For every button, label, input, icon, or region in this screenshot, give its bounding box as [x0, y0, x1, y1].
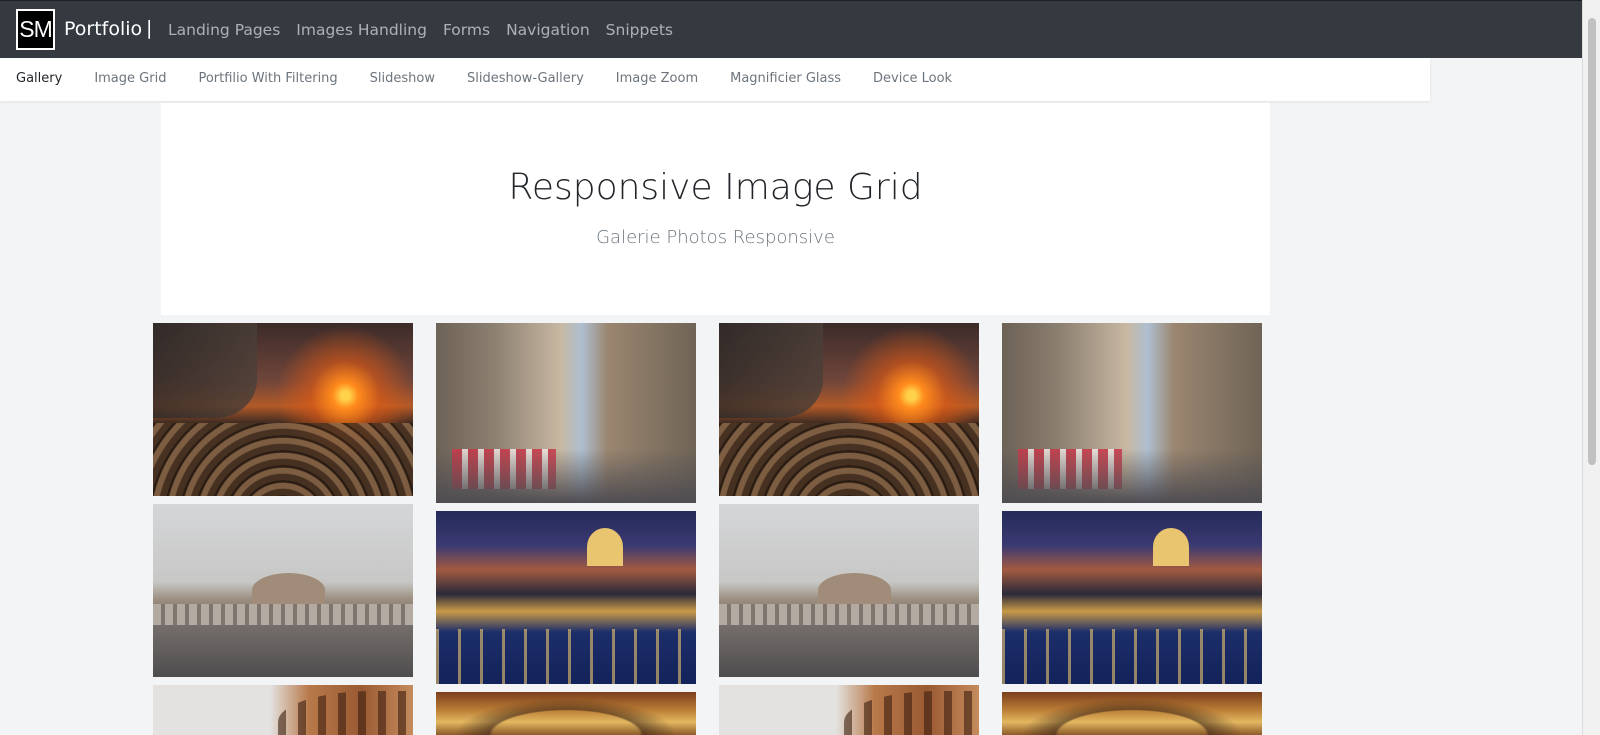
- gallery-image[interactable]: [1002, 323, 1262, 503]
- subnav-item-magnifier-glass[interactable]: Magnificier Glass: [730, 71, 841, 86]
- nav-link-navigation[interactable]: Navigation: [506, 21, 590, 39]
- subnav-item-device-look[interactable]: Device Look: [873, 71, 952, 86]
- gallery-image[interactable]: [719, 323, 979, 496]
- top-nav-links: Landing Pages Images Handling Forms Navi…: [168, 21, 673, 39]
- subnav-item-slideshow-gallery[interactable]: Slideshow-Gallery: [467, 71, 584, 86]
- subnav-item-gallery[interactable]: Gallery: [16, 71, 62, 86]
- gallery-image[interactable]: [153, 685, 413, 735]
- subnav-item-portfolio-filtering[interactable]: Portfilio With Filtering: [198, 71, 337, 86]
- nav-link-snippets[interactable]: Snippets: [606, 21, 673, 39]
- scrollbar-thumb[interactable]: [1588, 18, 1596, 465]
- subnav-item-slideshow[interactable]: Slideshow: [370, 71, 435, 86]
- brand-logo[interactable]: SM: [16, 9, 55, 50]
- gallery-image[interactable]: [719, 504, 979, 677]
- hero-section: Responsive Image Grid Galerie Photos Res…: [161, 103, 1270, 315]
- gallery-image[interactable]: [719, 685, 979, 735]
- gallery-image[interactable]: [153, 323, 413, 496]
- sub-navbar: Gallery Image Grid Portfilio With Filter…: [0, 58, 1430, 101]
- nav-link-forms[interactable]: Forms: [443, 21, 490, 39]
- gallery-image[interactable]: [153, 504, 413, 677]
- subnav-item-image-zoom[interactable]: Image Zoom: [616, 71, 698, 86]
- page-subtitle: Galerie Photos Responsive: [596, 227, 835, 248]
- subnav-item-image-grid[interactable]: Image Grid: [94, 71, 166, 86]
- gallery-image[interactable]: [436, 511, 696, 684]
- brand-separator: |: [146, 17, 153, 39]
- nav-link-images-handling[interactable]: Images Handling: [296, 21, 427, 39]
- gallery-image[interactable]: [1002, 692, 1262, 735]
- brand-name[interactable]: Portfolio: [64, 18, 142, 40]
- gallery-image[interactable]: [436, 692, 696, 735]
- top-navbar: SM Portfolio | Landing Pages Images Hand…: [0, 0, 1582, 58]
- nav-link-landing-pages[interactable]: Landing Pages: [168, 21, 280, 39]
- gallery-image[interactable]: [1002, 511, 1262, 684]
- gallery-image[interactable]: [436, 323, 696, 503]
- page-title: Responsive Image Grid: [508, 167, 923, 208]
